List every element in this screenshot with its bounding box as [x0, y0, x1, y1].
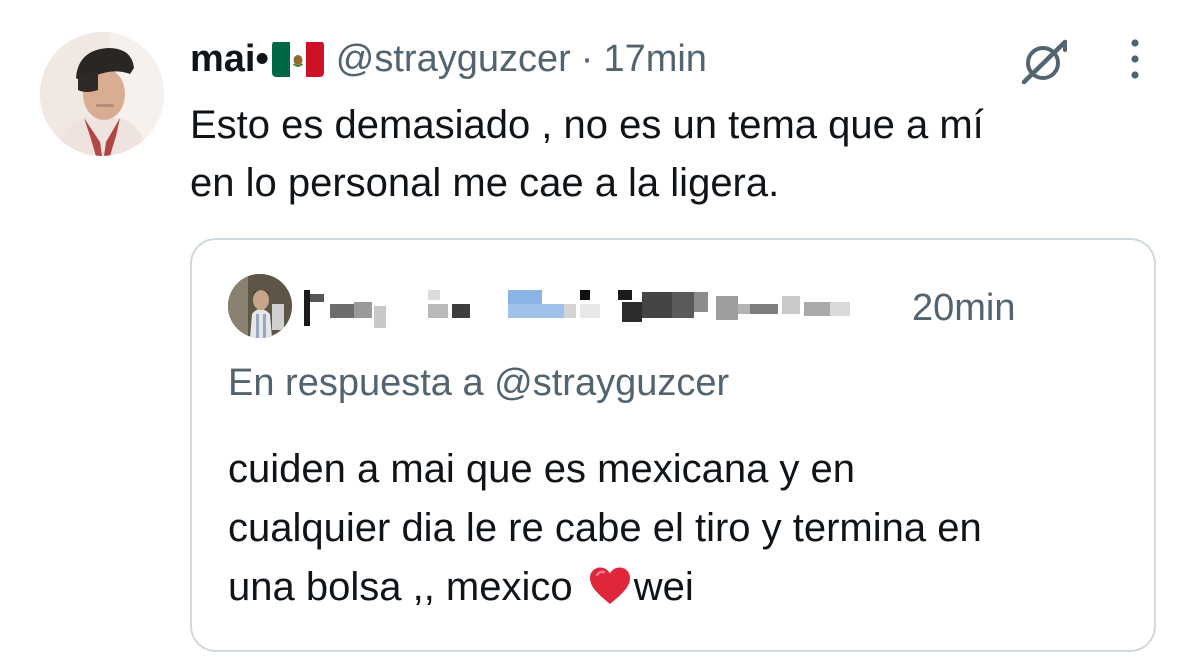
- author-display-name[interactable]: mai•: [190, 34, 269, 84]
- quoted-tweet-timestamp[interactable]: 20min: [912, 284, 1016, 332]
- mexico-flag-icon: [271, 41, 324, 77]
- tweet-text-line: en lo personal me cae a la ligera.: [190, 161, 780, 205]
- tweet-text-line: Esto es demasiado , no es un tema que a …: [190, 103, 984, 147]
- quoted-author-name-redacted[interactable]: [304, 286, 884, 330]
- author-avatar-image: [40, 32, 164, 156]
- quoted-text-line: una bolsa ,, mexico wei: [228, 558, 1128, 617]
- quoted-text-line: cualquier dia le re cabe el tiro y termi…: [228, 506, 982, 550]
- tweet-article[interactable]: mai• @strayguzcer · 17min Esto es demasi…: [0, 0, 1199, 658]
- quoted-text-segment: una bolsa ,, mexico: [228, 565, 584, 609]
- quoted-text-line: cuiden a mai que es mexicana y en: [228, 447, 856, 491]
- more-options-icon[interactable]: [1120, 36, 1150, 82]
- tweet-timestamp[interactable]: 17min: [603, 34, 707, 84]
- header-separator: ·: [580, 38, 594, 80]
- tweet-header: mai• @strayguzcer · 17min: [190, 34, 707, 84]
- red-heart-icon: [588, 564, 632, 604]
- quoted-author-avatar[interactable]: [228, 274, 292, 338]
- tweet-text: Esto es demasiado , no es un tema que a …: [190, 96, 1150, 212]
- author-avatar[interactable]: [40, 32, 164, 156]
- reply-context[interactable]: En respuesta a @strayguzcer: [228, 358, 729, 408]
- quoted-tweet-card[interactable]: 20min En respuesta a @strayguzcer cuiden…: [190, 238, 1156, 652]
- author-handle[interactable]: @strayguzcer: [336, 34, 571, 84]
- quoted-author-avatar-image: [228, 274, 292, 338]
- quoted-tweet-text: cuiden a mai que es mexicana y en cualqu…: [228, 440, 1128, 617]
- grok-icon[interactable]: [1016, 36, 1072, 86]
- quoted-text-segment: wei: [633, 565, 694, 609]
